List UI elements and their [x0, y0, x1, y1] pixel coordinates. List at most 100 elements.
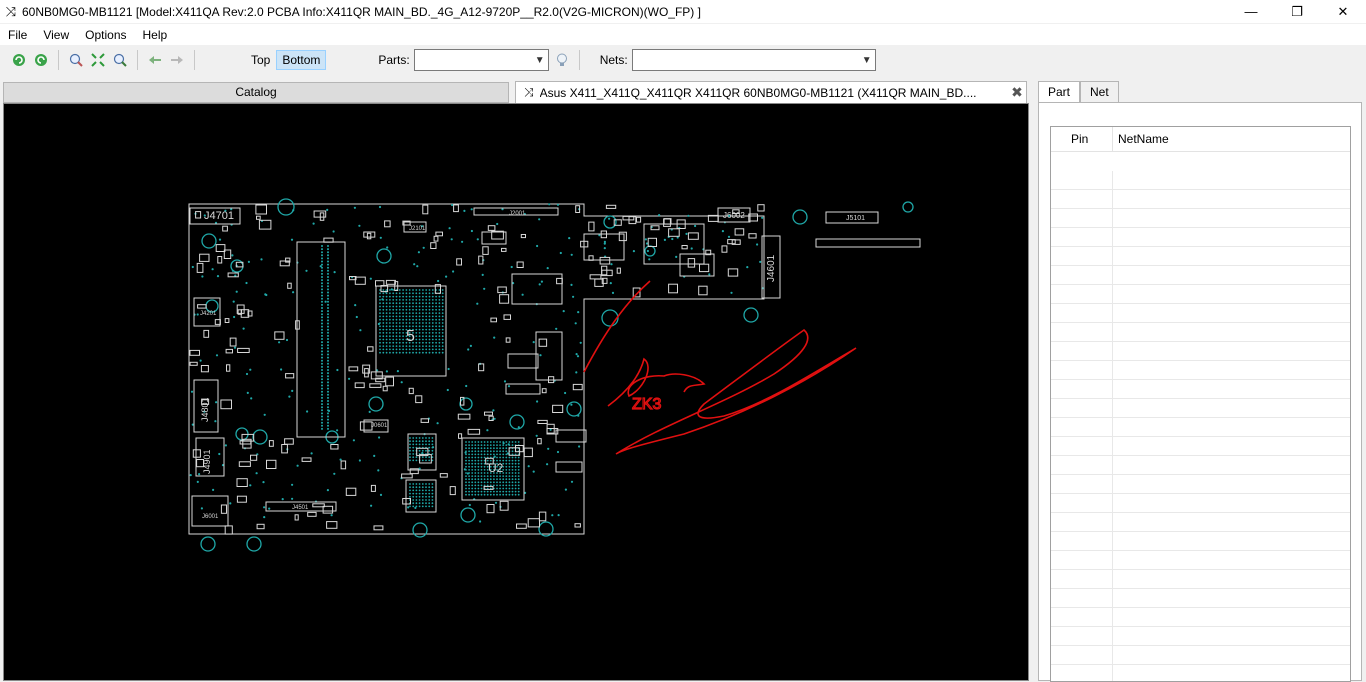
chevron-down-icon[interactable]: ▼	[532, 55, 548, 66]
forward-arrow-icon[interactable]	[166, 49, 188, 71]
table-row[interactable]	[1051, 361, 1350, 380]
bga-pad	[392, 295, 395, 298]
bga-pad	[480, 447, 483, 450]
table-row[interactable]	[1051, 380, 1350, 399]
tab-part[interactable]: Part	[1038, 81, 1081, 103]
table-row[interactable]	[1051, 627, 1350, 646]
bga-pad	[465, 484, 467, 487]
bga-pad	[514, 469, 517, 471]
bga-pad	[441, 325, 444, 328]
table-row[interactable]	[1051, 285, 1350, 304]
table-row[interactable]	[1051, 532, 1350, 551]
bga-pad	[395, 295, 398, 298]
table-row[interactable]	[1051, 437, 1350, 456]
table-row[interactable]	[1051, 589, 1350, 608]
bottom-side-button[interactable]: Bottom	[276, 50, 327, 70]
table-row[interactable]	[1051, 266, 1350, 285]
via	[233, 346, 237, 349]
via	[671, 237, 674, 241]
bga-pad	[395, 305, 398, 308]
col-pin[interactable]: Pin	[1051, 127, 1113, 151]
table-row[interactable]	[1051, 513, 1350, 532]
table-row[interactable]	[1051, 190, 1350, 209]
bga-pad	[409, 492, 411, 495]
chevron-down-icon[interactable]: ▼	[859, 55, 875, 66]
via	[249, 368, 252, 371]
bga-pad	[415, 325, 418, 328]
col-netname[interactable]: NetName	[1113, 127, 1350, 151]
bga-pad	[489, 475, 492, 477]
bga-pad	[505, 441, 508, 443]
back-arrow-icon[interactable]	[144, 49, 166, 71]
maximize-button[interactable]: ❐	[1274, 0, 1320, 23]
table-row[interactable]	[1051, 456, 1350, 475]
close-button[interactable]: ✕	[1320, 0, 1366, 23]
bga-pad	[441, 328, 444, 331]
bga-pad	[405, 312, 408, 314]
via	[291, 389, 294, 392]
close-icon[interactable]: ✖	[1008, 84, 1026, 101]
via	[644, 238, 648, 241]
via	[255, 472, 258, 475]
bga-pad	[415, 459, 418, 462]
menu-view[interactable]: View	[35, 28, 77, 42]
tab-board-view[interactable]: ⤨ Asus X411_X411Q_X411QR X411QR 60NB0MG0…	[515, 81, 1027, 103]
pcb-drawing[interactable]: J4701 J2101 J2001 J6002 J5101 J4601 J4201 J4801…	[4, 104, 1029, 681]
bga-pad	[428, 345, 431, 347]
table-row[interactable]	[1051, 323, 1350, 342]
bga-pad	[425, 318, 428, 321]
table-row[interactable]	[1051, 475, 1350, 494]
table-row[interactable]	[1051, 551, 1350, 570]
table-row[interactable]	[1051, 494, 1350, 513]
bga-pad	[385, 332, 388, 334]
pcb-part	[699, 263, 710, 273]
tab-catalog[interactable]: Catalog	[3, 82, 509, 103]
table-row[interactable]	[1051, 665, 1350, 681]
table-row[interactable]	[1051, 342, 1350, 361]
menu-file[interactable]: File	[0, 28, 35, 42]
bga-pad	[418, 305, 421, 308]
nets-combo[interactable]: ▼	[631, 49, 876, 71]
bga-pad	[418, 483, 421, 485]
menu-options[interactable]: Options	[77, 28, 134, 42]
rotate-left-icon[interactable]	[8, 49, 30, 71]
bga-pad	[408, 295, 411, 298]
bga-pad	[421, 483, 424, 485]
table-row[interactable]	[1051, 570, 1350, 589]
tab-net[interactable]: Net	[1080, 81, 1119, 103]
table-row[interactable]	[1051, 304, 1350, 323]
bga-pad	[517, 490, 520, 493]
bga-pad	[480, 459, 483, 462]
table-row[interactable]	[1051, 228, 1350, 247]
pin-grid[interactable]: Pin NetName	[1050, 126, 1351, 682]
bga-pad	[379, 341, 381, 344]
bga-pad	[499, 447, 501, 450]
table-row[interactable]	[1051, 209, 1350, 228]
bga-pad	[392, 322, 395, 324]
table-row[interactable]	[1051, 399, 1350, 418]
table-row[interactable]	[1051, 646, 1350, 665]
table-row[interactable]	[1051, 608, 1350, 627]
top-side-button[interactable]: Top	[245, 50, 276, 70]
connector-pad	[327, 294, 329, 297]
bga-pad	[477, 478, 480, 481]
table-row[interactable]	[1051, 247, 1350, 266]
lightbulb-icon[interactable]	[551, 49, 573, 71]
zoom-out-icon[interactable]	[109, 49, 131, 71]
table-row[interactable]	[1051, 171, 1350, 190]
board-view-canvas[interactable]: J4701 J2101 J2001 J6002 J5101 J4601 J4201 J4801…	[3, 103, 1029, 681]
rotate-right-icon[interactable]	[30, 49, 52, 71]
via	[464, 451, 467, 454]
bga-pad	[468, 481, 470, 484]
minimize-button[interactable]: —	[1228, 0, 1274, 23]
parts-combo[interactable]: ▼	[413, 49, 549, 71]
table-row[interactable]	[1051, 418, 1350, 437]
bga-pad	[428, 338, 431, 341]
menu-help[interactable]: Help	[135, 28, 176, 42]
pcb-part	[537, 438, 542, 445]
bga-pad	[431, 295, 434, 298]
bga-pad	[382, 302, 385, 305]
bga-pad	[379, 295, 381, 298]
zoom-in-icon[interactable]	[65, 49, 87, 71]
fit-icon[interactable]	[87, 49, 109, 71]
